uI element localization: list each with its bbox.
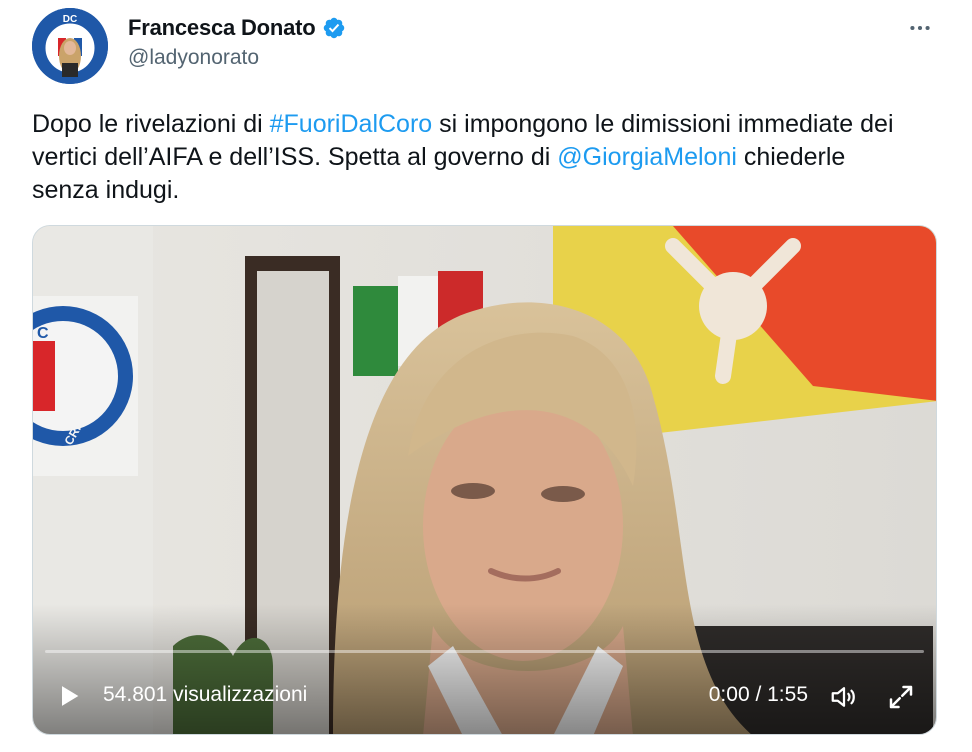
hashtag-link[interactable]: #FuoriDalCoro [270,110,433,138]
video-progress-bar[interactable] [45,650,924,653]
view-count: 54.801 visualizzazioni [103,683,308,706]
avatar-badge-text: DC [63,14,77,25]
author-display-name[interactable]: Francesca Donato [128,15,316,41]
video-player[interactable]: C CRISTIANA 54.801 visualizzazioni 0:00 … [32,225,937,735]
fullscreen-icon[interactable] [886,682,916,712]
tweet-text: Dopo le rivelazioni di #FuoriDalCoro si … [32,108,912,207]
tweet-text-part-1: Dopo le rivelazioni di [32,110,270,138]
avatar[interactable]: DC [32,8,108,84]
author-handle[interactable]: @ladyonorato [128,46,346,70]
video-controls: 54.801 visualizzazioni 0:00 / 1:55 [33,674,936,718]
name-row: Francesca Donato [128,12,346,44]
mention-link[interactable]: @GiorgiaMeloni [557,143,737,171]
play-icon[interactable] [55,682,83,710]
author-block: Francesca Donato @ladyonorato [128,12,346,70]
video-logo-top-text: C [37,325,49,342]
volume-icon[interactable] [828,682,860,712]
time-display: 0:00 / 1:55 [708,683,808,706]
more-horizontal-icon[interactable] [906,14,934,42]
verified-badge-icon [322,16,346,40]
tweet-card: DC Francesca Donato @ladyonorato Dopo le… [0,0,972,752]
